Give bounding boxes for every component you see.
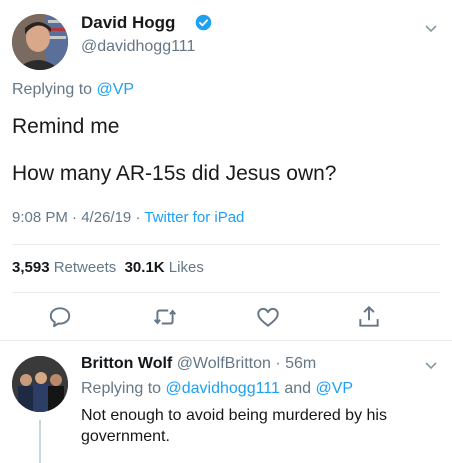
retweets-count: 3,593 — [12, 259, 50, 276]
retweets-stat[interactable]: 3,593 Retweets — [12, 259, 116, 276]
reply-text: Not enough to avoid being murdered by hi… — [81, 407, 387, 445]
main-tweet: David Hogg @davidhogg111 Replying to @VP… — [0, 0, 452, 341]
reply-author-name[interactable]: Britton Wolf — [81, 355, 172, 372]
tweet-stats: 3,593 Retweets 30.1K Likes — [12, 259, 204, 276]
author-handle[interactable]: @davidhogg111 — [81, 38, 195, 56]
replying-to: Replying to @VP — [12, 81, 134, 99]
replying-and: and — [279, 380, 316, 397]
verified-badge-icon — [195, 14, 212, 31]
mention-link[interactable]: @davidhogg111 — [166, 380, 280, 397]
tweet-source[interactable]: Twitter for iPad — [144, 209, 244, 226]
reply-author-avatar[interactable] — [12, 356, 68, 412]
reply-author-handle[interactable]: @WolfBritton — [177, 355, 271, 372]
meta-separator: · — [135, 209, 141, 226]
divider — [0, 340, 452, 341]
author-name[interactable]: David Hogg — [81, 13, 175, 33]
share-icon[interactable] — [356, 304, 382, 330]
likes-label: Likes — [168, 259, 204, 276]
replying-prefix: Replying to — [81, 380, 166, 397]
thread-line — [39, 420, 41, 463]
reply-header: Britton Wolf @WolfBritton · 56m — [81, 355, 316, 373]
reply-age[interactable]: 56m — [285, 355, 316, 372]
mention-link[interactable]: @VP — [97, 81, 135, 98]
meta-separator: · — [72, 209, 78, 226]
mention-link[interactable]: @VP — [316, 380, 354, 397]
reply-replying-to: Replying to @davidhogg111 and @VP — [81, 380, 353, 398]
tweet-text-line: How many AR-15s did Jesus own? — [12, 162, 337, 185]
retweets-label: Retweets — [53, 259, 117, 276]
tweet-date[interactable]: 4/26/19 — [81, 209, 131, 226]
divider — [12, 292, 440, 293]
retweet-icon[interactable] — [152, 304, 178, 330]
tweet-meta: 9:08 PM · 4/26/19 · Twitter for iPad — [12, 209, 244, 226]
chevron-down-icon[interactable] — [424, 361, 438, 371]
tweet-text-line: Remind me — [12, 115, 120, 138]
heart-icon[interactable] — [255, 304, 281, 330]
reply-icon[interactable] — [47, 304, 73, 330]
likes-count: 30.1K — [124, 259, 165, 276]
tweet-time[interactable]: 9:08 PM — [12, 209, 68, 226]
meta-separator: · — [275, 355, 281, 372]
likes-stat[interactable]: 30.1K Likes — [125, 259, 204, 276]
chevron-down-icon[interactable] — [424, 24, 438, 34]
divider — [12, 244, 440, 245]
replying-prefix: Replying to — [12, 81, 97, 98]
author-avatar[interactable] — [12, 14, 68, 70]
